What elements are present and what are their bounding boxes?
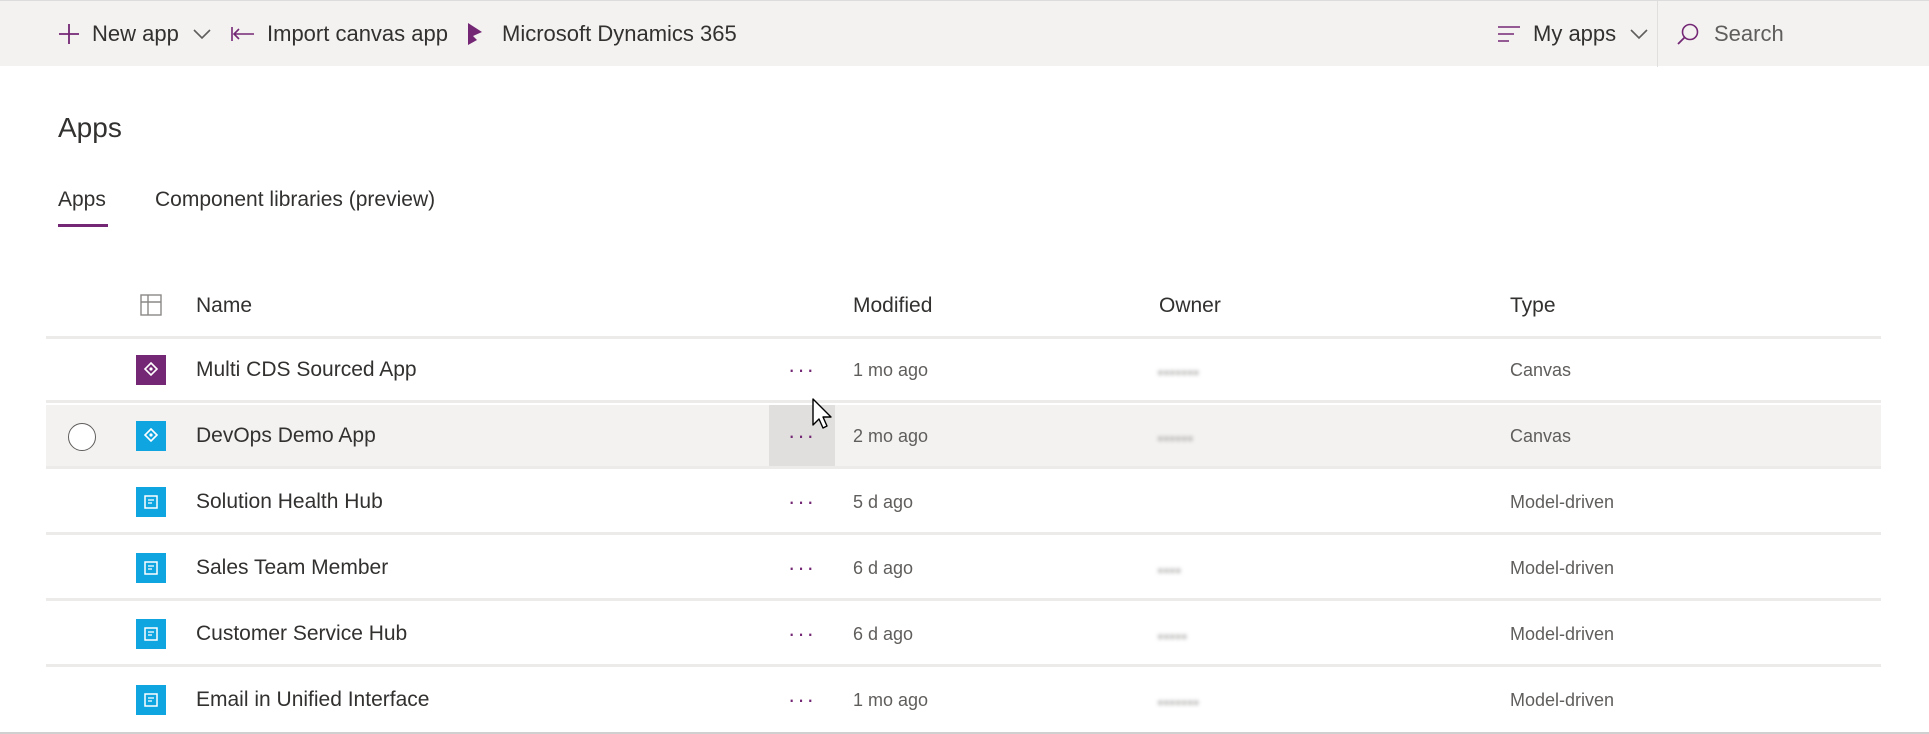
table-row[interactable]: Multi CDS Sourced App ··· 1 mo ago ▪▪▪▪▪… bbox=[46, 339, 1881, 403]
more-options-button[interactable]: ··· bbox=[769, 339, 835, 400]
more-options-button[interactable]: ··· bbox=[769, 669, 835, 730]
table-row[interactable]: Sales Team Member ··· 6 d ago ▪▪▪▪ Model… bbox=[46, 537, 1881, 601]
type-value: Model-driven bbox=[1510, 492, 1615, 512]
more-options-button[interactable]: ··· bbox=[769, 537, 835, 598]
owner-value bbox=[1158, 489, 1286, 519]
canvas-app-icon bbox=[136, 421, 166, 451]
type-value: Model-driven bbox=[1510, 624, 1615, 644]
more-options-button[interactable]: ··· bbox=[769, 603, 835, 664]
modified-value: 2 mo ago bbox=[853, 426, 929, 446]
tab-apps[interactable]: Apps bbox=[58, 188, 108, 227]
column-options-icon[interactable] bbox=[140, 294, 162, 316]
command-bar: New app Import canvas app Microsoft Dyna… bbox=[0, 0, 1929, 67]
column-header-name[interactable]: Name bbox=[196, 294, 252, 318]
tab-apps-label: Apps bbox=[58, 188, 106, 211]
row-select-radio[interactable] bbox=[68, 423, 96, 451]
model-driven-app-icon bbox=[136, 619, 166, 649]
modified-value: 5 d ago bbox=[853, 492, 914, 512]
tab-component-libraries[interactable]: Component libraries (preview) bbox=[155, 188, 435, 212]
type-value: Model-driven bbox=[1510, 690, 1615, 710]
owner-value: ▪▪▪▪▪ bbox=[1158, 621, 1286, 651]
app-name[interactable]: Multi CDS Sourced App bbox=[196, 358, 417, 382]
my-apps-label: My apps bbox=[1533, 21, 1617, 46]
owner-text: ▪▪▪▪▪▪▪ bbox=[1158, 364, 1200, 380]
table-row[interactable]: DevOps Demo App ··· 2 mo ago ▪▪▪▪▪▪ Canv… bbox=[46, 405, 1881, 469]
table-header: Name Modified Owner Type bbox=[46, 280, 1881, 336]
app-name[interactable]: Email in Unified Interface bbox=[196, 688, 429, 712]
modified-value: 1 mo ago bbox=[853, 690, 929, 710]
owner-text: ▪▪▪▪▪▪ bbox=[1158, 430, 1194, 446]
column-header-owner[interactable]: Owner bbox=[1159, 294, 1221, 318]
modified-value: 6 d ago bbox=[853, 624, 914, 644]
app-name[interactable]: DevOps Demo App bbox=[196, 424, 376, 448]
my-apps-filter[interactable]: My apps bbox=[1497, 1, 1648, 67]
owner-value: ▪▪▪▪▪▪▪ bbox=[1158, 687, 1286, 717]
search-input[interactable]: Search bbox=[1658, 1, 1929, 67]
search-placeholder: Search bbox=[1714, 21, 1784, 46]
tab-component-libraries-label: Component libraries (preview) bbox=[155, 188, 436, 211]
chevron-down-icon bbox=[1630, 29, 1648, 40]
search-icon bbox=[1677, 23, 1699, 45]
import-icon bbox=[231, 27, 254, 41]
owner-text: ▪▪▪▪ bbox=[1158, 562, 1182, 578]
owner-value: ▪▪▪▪▪▪ bbox=[1158, 423, 1286, 453]
new-app-label: New app bbox=[92, 21, 179, 46]
table-row[interactable]: Email in Unified Interface ··· 1 mo ago … bbox=[46, 669, 1881, 733]
plus-icon bbox=[59, 24, 79, 44]
dynamics-365-label: Microsoft Dynamics 365 bbox=[502, 21, 737, 46]
more-options-button[interactable]: ··· bbox=[769, 471, 835, 532]
chevron-down-icon bbox=[193, 29, 211, 40]
mouse-cursor-icon bbox=[812, 398, 832, 429]
canvas-app-icon bbox=[136, 355, 166, 385]
dynamics-365-icon bbox=[468, 23, 482, 45]
filter-lines-icon bbox=[1498, 26, 1520, 42]
column-header-modified[interactable]: Modified bbox=[853, 294, 932, 318]
owner-value: ▪▪▪▪ bbox=[1158, 555, 1286, 585]
model-driven-app-icon bbox=[136, 487, 166, 517]
table-row[interactable]: Solution Health Hub ··· 5 d ago Model-dr… bbox=[46, 471, 1881, 535]
new-app-button[interactable]: New app bbox=[58, 1, 211, 67]
dynamics-365-button[interactable]: Microsoft Dynamics 365 bbox=[466, 1, 737, 67]
type-value: Canvas bbox=[1510, 360, 1572, 380]
model-driven-app-icon bbox=[136, 553, 166, 583]
type-value: Model-driven bbox=[1510, 558, 1615, 578]
owner-text: ▪▪▪▪▪▪▪ bbox=[1158, 694, 1200, 710]
column-header-type[interactable]: Type bbox=[1510, 294, 1556, 318]
owner-value: ▪▪▪▪▪▪▪ bbox=[1158, 357, 1286, 387]
type-value: Canvas bbox=[1510, 426, 1572, 446]
modified-value: 1 mo ago bbox=[853, 360, 929, 380]
table-row[interactable]: Customer Service Hub ··· 6 d ago ▪▪▪▪▪ M… bbox=[46, 603, 1881, 667]
owner-text: ▪▪▪▪▪ bbox=[1158, 628, 1188, 644]
import-canvas-app-button[interactable]: Import canvas app bbox=[231, 1, 448, 67]
import-canvas-label: Import canvas app bbox=[267, 21, 448, 46]
active-tab-indicator bbox=[58, 224, 108, 227]
app-name[interactable]: Customer Service Hub bbox=[196, 622, 407, 646]
app-name[interactable]: Sales Team Member bbox=[196, 556, 388, 580]
modified-value: 6 d ago bbox=[853, 558, 914, 578]
page-title: Apps bbox=[58, 112, 122, 143]
app-name[interactable]: Solution Health Hub bbox=[196, 490, 383, 514]
model-driven-app-icon bbox=[136, 685, 166, 715]
